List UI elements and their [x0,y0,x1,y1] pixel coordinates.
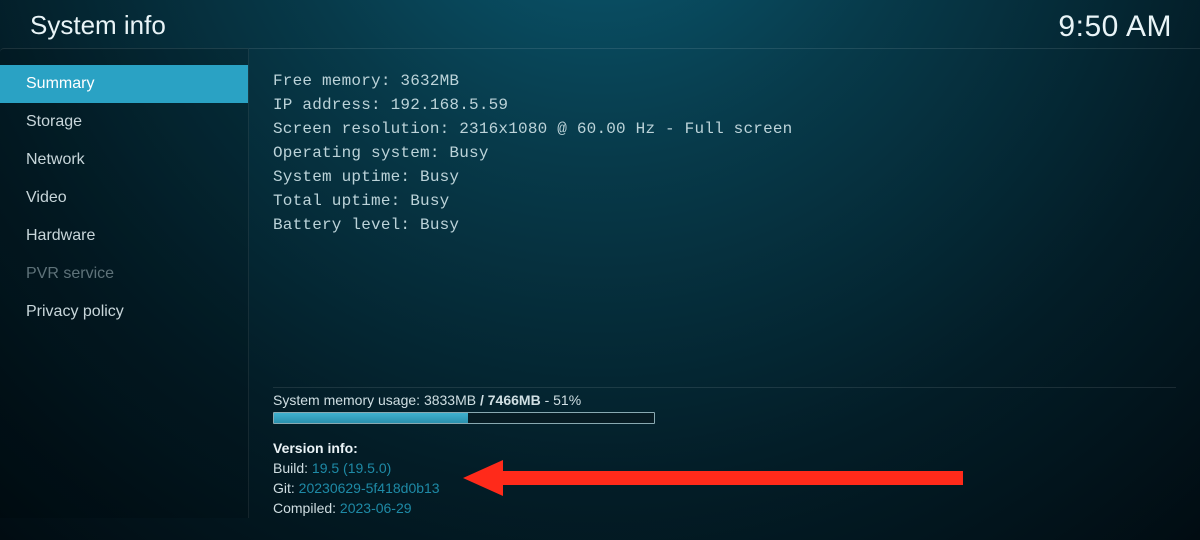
clock: 9:50 AM [1058,10,1172,44]
memory-sep2: - [541,392,553,408]
memory-label-prefix: System memory usage: [273,392,424,408]
arrow-left-icon [463,460,503,496]
version-git-value: 20230629-5f418d0b13 [299,480,440,496]
version-compiled-row: Compiled: 2023-06-29 [273,498,1176,518]
version-git-key: Git: [273,480,299,496]
sidebar-item-network[interactable]: Network [0,141,248,179]
version-heading: Version info: [273,438,1176,458]
memory-usage-block: System memory usage: 3833MB / 7466MB - 5… [273,387,1176,424]
sidebar-item-summary[interactable]: Summary [0,65,248,103]
annotation-arrow [463,460,963,496]
version-build-value: 19.5 (19.5.0) [312,460,391,476]
memory-sep: / [476,392,488,408]
version-build-key: Build: [273,460,312,476]
memory-usage-label: System memory usage: 3833MB / 7466MB - 5… [273,392,1176,408]
sidebar-item-privacy-policy[interactable]: Privacy policy [0,293,248,331]
arrow-shaft [503,471,963,485]
info-operating-system: Operating system: Busy [273,141,1176,165]
sidebar-item-hardware[interactable]: Hardware [0,217,248,255]
sidebar-item-pvr-service: PVR service [0,255,248,293]
version-compiled-key: Compiled: [273,500,340,516]
memory-total: 7466MB [488,392,541,408]
memory-percent: 51% [553,392,581,408]
info-free-memory: Free memory: 3632MB [273,69,1176,93]
info-total-uptime: Total uptime: Busy [273,189,1176,213]
memory-used: 3833MB [424,392,476,408]
sidebar: Summary Storage Network Video Hardware P… [0,48,249,518]
version-compiled-value: 2023-06-29 [340,500,412,516]
main-panel: Free memory: 3632MB IP address: 192.168.… [249,48,1200,518]
sidebar-item-video[interactable]: Video [0,179,248,217]
info-screen-resolution: Screen resolution: 2316x1080 @ 60.00 Hz … [273,117,1176,141]
page-title: System info [30,10,166,41]
memory-usage-fill [274,413,468,423]
sidebar-item-storage[interactable]: Storage [0,103,248,141]
info-system-uptime: System uptime: Busy [273,165,1176,189]
info-ip-address: IP address: 192.168.5.59 [273,93,1176,117]
memory-usage-bar [273,412,655,424]
info-battery-level: Battery level: Busy [273,213,1176,237]
version-info: Version info: Build: 19.5 (19.5.0) Git: … [273,438,1176,518]
summary-info: Free memory: 3632MB IP address: 192.168.… [273,69,1176,237]
